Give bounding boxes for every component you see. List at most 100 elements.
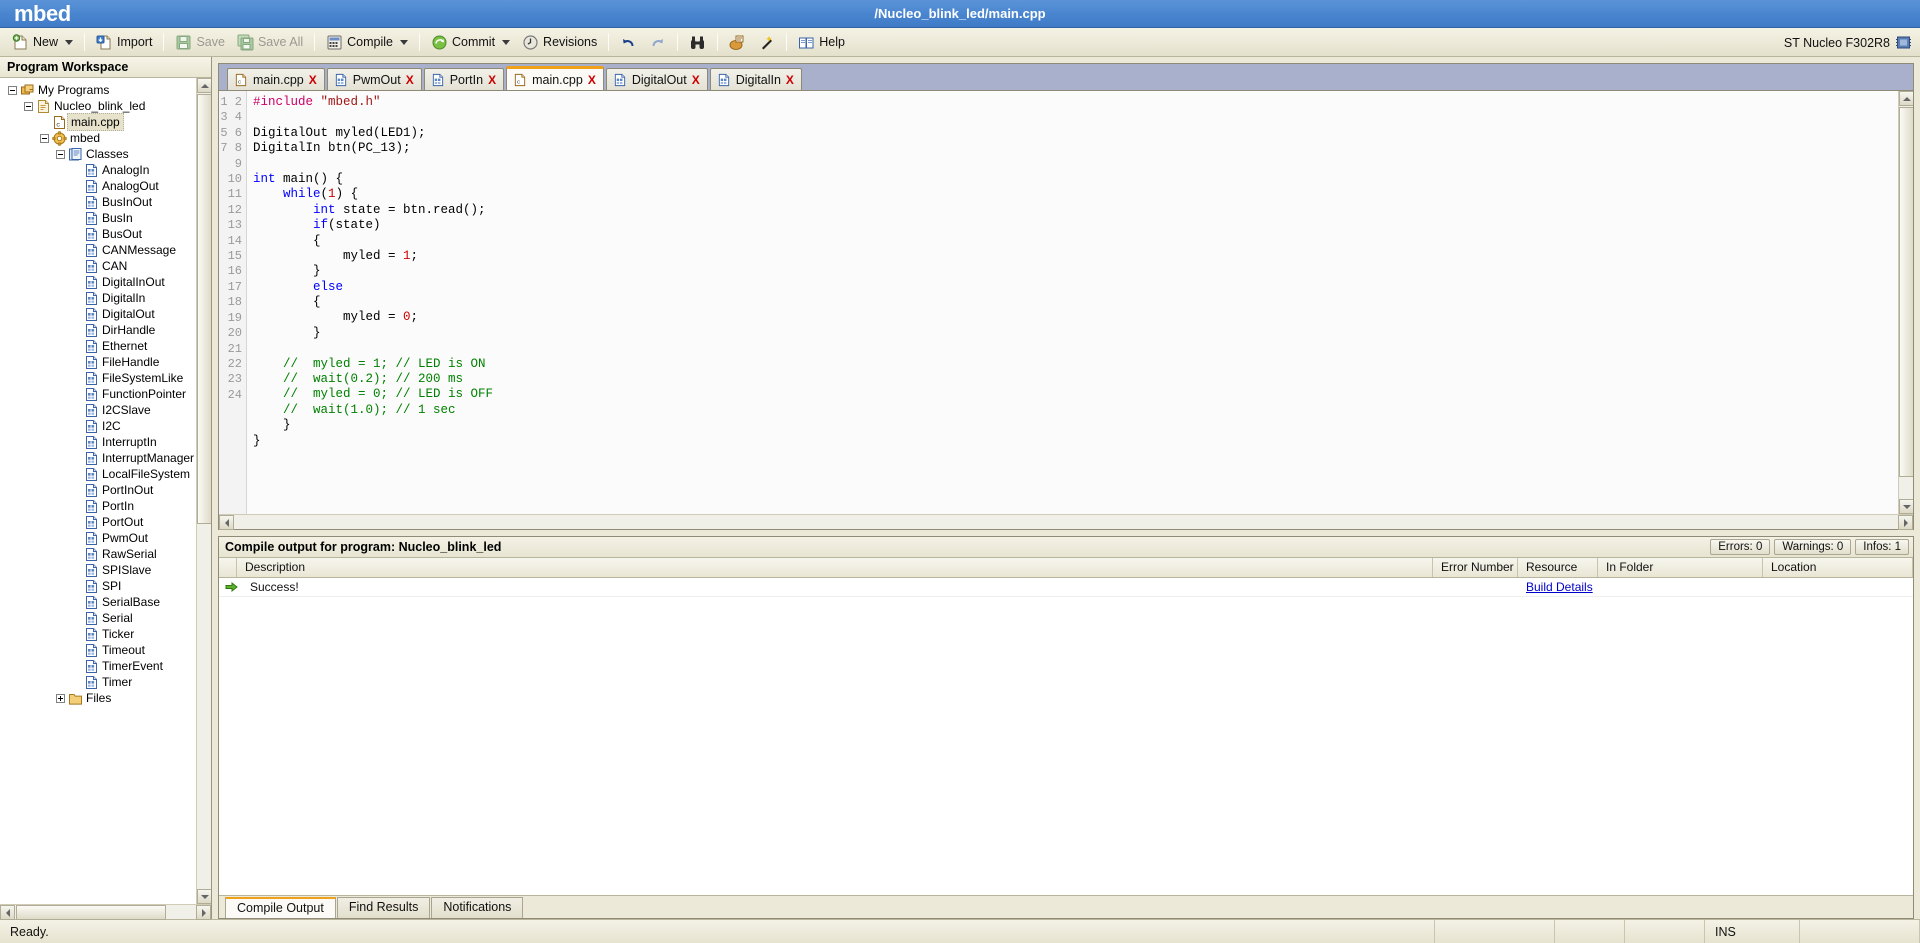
tree-item-dirhandle[interactable]: DirHandle <box>0 322 196 338</box>
tree-item-interruptin[interactable]: InterruptIn <box>0 434 196 450</box>
editor-tabstrip[interactable]: c main.cpp X PwmOut X PortIn Xc main.cpp X Digita… <box>219 64 1913 90</box>
scroll-left-button[interactable] <box>0 905 15 920</box>
commit-button[interactable]: Commit <box>425 31 516 54</box>
editor-horizontal-scrollbar[interactable] <box>219 514 1913 530</box>
find-button[interactable] <box>683 31 712 54</box>
editor-tab-pwmout[interactable]: PwmOut X <box>326 68 422 90</box>
save-all-button[interactable]: Save All <box>231 31 309 54</box>
close-icon[interactable]: X <box>588 73 596 87</box>
tree-item-serialbase[interactable]: SerialBase <box>0 594 196 610</box>
scroll-down-button[interactable] <box>1899 499 1913 514</box>
sidebar-horizontal-scrollbar[interactable] <box>0 904 211 920</box>
tree-item-timer[interactable]: Timer <box>0 674 196 690</box>
output-tab-notifications[interactable]: Notifications <box>431 897 524 918</box>
tree-item-nucleo-blink-led[interactable]: Nucleo_blink_led <box>0 98 196 114</box>
new-button[interactable]: New <box>6 31 79 54</box>
revisions-button[interactable]: Revisions <box>516 31 603 54</box>
scroll-right-button[interactable] <box>196 905 211 920</box>
code-area[interactable]: 1 2 3 4 5 6 7 8 9 10 11 12 13 14 15 16 1… <box>219 90 1913 514</box>
tree-item-businout[interactable]: BusInOut <box>0 194 196 210</box>
expand-icon[interactable] <box>56 693 65 703</box>
output-column-header[interactable]: Description <box>237 558 1433 577</box>
collapse-icon[interactable] <box>24 101 33 111</box>
editor-tab-main-cpp[interactable]: c main.cpp X <box>506 66 604 90</box>
output-column-header[interactable]: Resource <box>1518 558 1598 577</box>
output-column-header[interactable]: In Folder <box>1598 558 1763 577</box>
share-button[interactable] <box>723 31 752 54</box>
editor-tab-main-cpp[interactable]: c main.cpp X <box>227 68 325 90</box>
tree-item-spi[interactable]: SPI <box>0 578 196 594</box>
output-column-header[interactable]: Location <box>1763 558 1913 577</box>
compile-button[interactable]: Compile <box>320 31 414 54</box>
target-board-selector[interactable]: ST Nucleo F302R8 <box>1784 28 1912 57</box>
output-cell-resource[interactable]: Build Details <box>1518 580 1598 594</box>
close-icon[interactable]: X <box>406 73 414 87</box>
tree-item-i2cslave[interactable]: I2CSlave <box>0 402 196 418</box>
tree-item-my-programs[interactable]: My Programs <box>0 82 196 98</box>
tree-item-digitalinout[interactable]: DigitalInOut <box>0 274 196 290</box>
tree-item-main-cpp[interactable]: c main.cpp <box>0 113 196 131</box>
output-tab-find-results[interactable]: Find Results <box>336 897 431 918</box>
tree-item-functionpointer[interactable]: FunctionPointer <box>0 386 196 402</box>
collapse-icon[interactable] <box>8 85 17 95</box>
output-table-body[interactable]: Success! Build Details <box>219 578 1913 895</box>
scroll-up-button[interactable] <box>197 78 211 93</box>
import-button[interactable]: Import <box>90 31 158 54</box>
chevron-down-icon[interactable] <box>502 39 511 45</box>
scroll-thumb[interactable] <box>16 905 166 920</box>
scroll-thumb[interactable] <box>1899 107 1913 477</box>
tree-item-analogout[interactable]: AnalogOut <box>0 178 196 194</box>
tree-item-mbed[interactable]: mbed <box>0 130 196 146</box>
tree-item-timerevent[interactable]: TimerEvent <box>0 658 196 674</box>
scroll-up-button[interactable] <box>1899 91 1913 106</box>
undo-button[interactable] <box>614 31 643 54</box>
tree-item-analogin[interactable]: AnalogIn <box>0 162 196 178</box>
scroll-right-button[interactable] <box>1898 515 1913 530</box>
tree-item-filesystemlike[interactable]: FileSystemLike <box>0 370 196 386</box>
output-tab-compile-output[interactable]: Compile Output <box>225 897 336 918</box>
tree-item-rawserial[interactable]: RawSerial <box>0 546 196 562</box>
collapse-icon[interactable] <box>40 133 49 143</box>
program-tree[interactable]: My Programs Nucleo_blink_led c main.cpp mbed… <box>0 78 196 904</box>
tree-item-interruptmanager[interactable]: InterruptManager <box>0 450 196 466</box>
tree-item-serial[interactable]: Serial <box>0 610 196 626</box>
tree-item-classes[interactable]: Classes <box>0 146 196 162</box>
tree-item-can[interactable]: CAN <box>0 258 196 274</box>
editor-tab-digitalin[interactable]: DigitalIn X <box>709 68 802 90</box>
tree-item-portinout[interactable]: PortInOut <box>0 482 196 498</box>
close-icon[interactable]: X <box>488 73 496 87</box>
tree-item-pwmout[interactable]: PwmOut <box>0 530 196 546</box>
chevron-down-icon[interactable] <box>399 39 408 45</box>
tree-item-digitalout[interactable]: DigitalOut <box>0 306 196 322</box>
tree-item-portin[interactable]: PortIn <box>0 498 196 514</box>
tree-item-digitalin[interactable]: DigitalIn <box>0 290 196 306</box>
output-column-header[interactable]: Error Number <box>1433 558 1518 577</box>
editor-vertical-scrollbar[interactable] <box>1898 91 1913 514</box>
magic-wand-button[interactable] <box>752 31 781 54</box>
tree-item-busout[interactable]: BusOut <box>0 226 196 242</box>
tree-item-portout[interactable]: PortOut <box>0 514 196 530</box>
close-icon[interactable]: X <box>786 73 794 87</box>
chevron-down-icon[interactable] <box>65 39 74 45</box>
tree-item-localfilesystem[interactable]: LocalFileSystem <box>0 466 196 482</box>
output-tabstrip[interactable]: Compile Output Find Results Notifications <box>219 895 1913 918</box>
tree-item-ethernet[interactable]: Ethernet <box>0 338 196 354</box>
editor-tab-digitalout[interactable]: DigitalOut X <box>605 68 708 90</box>
help-button[interactable]: Help <box>792 31 851 54</box>
build-details-link[interactable]: Build Details <box>1526 580 1593 594</box>
tree-item-spislave[interactable]: SPISlave <box>0 562 196 578</box>
editor-tab-portin[interactable]: PortIn X <box>423 68 505 90</box>
tree-item-canmessage[interactable]: CANMessage <box>0 242 196 258</box>
tree-item-filehandle[interactable]: FileHandle <box>0 354 196 370</box>
tree-item-busin[interactable]: BusIn <box>0 210 196 226</box>
tree-item-files[interactable]: Files <box>0 690 196 706</box>
close-icon[interactable]: X <box>692 73 700 87</box>
save-button[interactable]: Save <box>169 31 231 54</box>
tree-item-i2c[interactable]: I2C <box>0 418 196 434</box>
source-code-text[interactable]: #include "mbed.h" DigitalOut myled(LED1)… <box>247 91 1898 514</box>
scroll-thumb[interactable] <box>197 94 211 524</box>
sidebar-vertical-scrollbar[interactable] <box>196 78 211 904</box>
redo-button[interactable] <box>643 31 672 54</box>
tree-item-ticker[interactable]: Ticker <box>0 626 196 642</box>
collapse-icon[interactable] <box>56 149 65 159</box>
